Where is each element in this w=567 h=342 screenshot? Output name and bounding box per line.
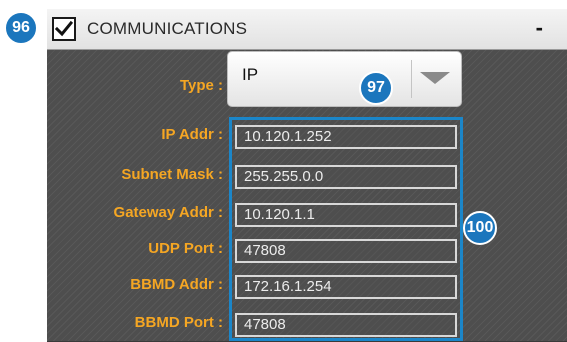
dropdown-divider — [411, 60, 412, 98]
bbmd-addr-label: BBMD Addr : — [130, 276, 223, 293]
udp-port-label: UDP Port : — [148, 240, 223, 257]
type-label: Type : — [179, 77, 223, 94]
subnet-mask-field[interactable]: 255.255.0.0 — [235, 165, 457, 189]
bbmd-port-field[interactable]: 47808 — [235, 313, 457, 337]
network-fields-highlight — [229, 117, 463, 341]
triangle-down-icon — [420, 72, 450, 84]
ip-addr-label: IP Addr : — [161, 126, 223, 143]
type-selected-value: IP — [242, 65, 259, 84]
ip-addr-field[interactable]: 10.120.1.252 — [235, 125, 457, 149]
gateway-addr-label: Gateway Addr : — [113, 204, 223, 221]
gateway-addr-field[interactable]: 10.120.1.1 — [235, 203, 457, 227]
checkmark-icon — [55, 20, 73, 37]
communications-enable-checkbox[interactable] — [52, 17, 76, 41]
subnet-mask-label: Subnet Mask : — [121, 166, 223, 183]
section-title: COMMUNICATIONS — [87, 19, 248, 38]
bbmd-addr-field[interactable]: 172.16.1.254 — [235, 275, 457, 299]
communications-header: COMMUNICATIONS - — [47, 9, 567, 50]
communications-panel: Type : IP IP Addr : 10.120.1.252 Subnet … — [47, 50, 567, 342]
callout-badge-96: 96 — [4, 11, 38, 45]
bbmd-port-label: BBMD Port : — [134, 314, 223, 331]
callout-badge-100: 100 — [463, 211, 497, 245]
collapse-button[interactable]: - — [536, 9, 543, 49]
udp-port-field[interactable]: 47808 — [235, 239, 457, 263]
type-dropdown[interactable]: IP — [227, 51, 462, 107]
callout-badge-97: 97 — [359, 71, 393, 105]
